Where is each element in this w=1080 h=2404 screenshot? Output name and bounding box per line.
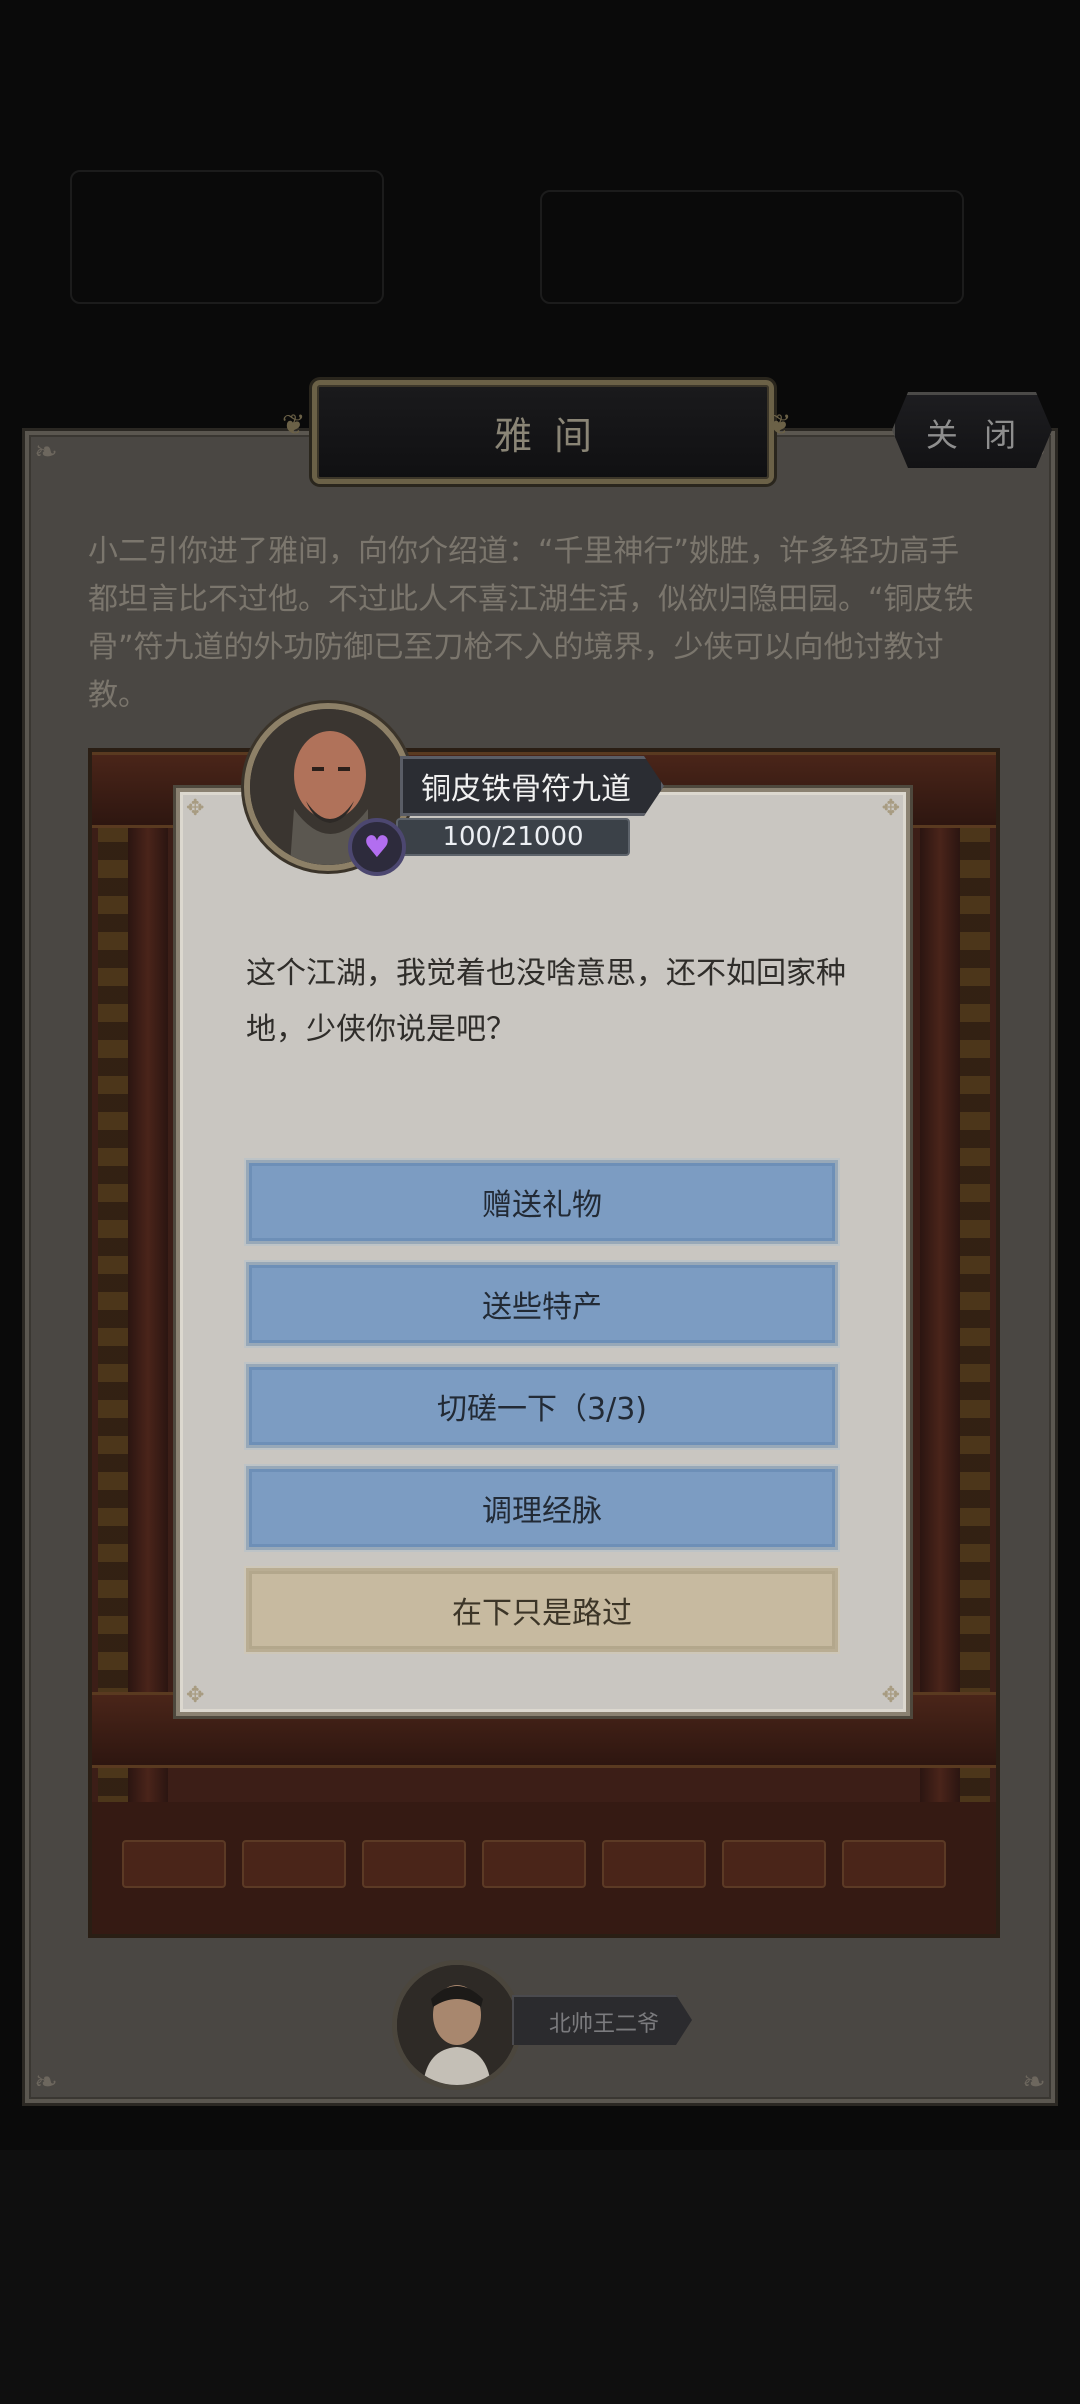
corner-ornament: ❧ [1022, 2065, 1046, 2098]
bg-frame [540, 190, 964, 304]
bg-frame [70, 170, 384, 304]
dialog-corner: ✥ [881, 1683, 900, 1708]
affinity-counter: 100/21000 [396, 818, 630, 856]
player-portrait [397, 1965, 517, 2085]
scene-panel [602, 1840, 706, 1888]
window-title: 雅间 [493, 413, 614, 458]
scene-panel [362, 1840, 466, 1888]
heart-icon: ♥ [348, 818, 406, 876]
gift-button[interactable]: 赠送礼物 [246, 1160, 838, 1244]
corner-ornament: ❧ [34, 2065, 58, 2098]
scene-panel [842, 1840, 946, 1888]
close-button[interactable]: 关 闭 [892, 392, 1052, 468]
spar-button[interactable]: 切磋一下（3/3) [246, 1364, 838, 1448]
dialog-corner: ✥ [186, 1683, 205, 1708]
specialty-button[interactable]: 送些特产 [246, 1262, 838, 1346]
bg-bottom-bar [0, 2150, 1080, 2404]
npc-dialog-text: 这个江湖，我觉着也没啥意思，还不如回家种地，少侠你说是吧？ [246, 956, 846, 1047]
player-name-tag: 北帅王二爷 [512, 1995, 692, 2045]
intro-text: 小二引你进了雅间，向你介绍道：“千里神行”姚胜，许多轻功高手都坦言比不过他。不过… [88, 534, 974, 713]
scene-panel [122, 1840, 226, 1888]
title-ornament-right: ❦ [768, 408, 792, 441]
meridian-button[interactable]: 调理经脉 [246, 1466, 838, 1550]
dialog-corner: ✥ [186, 796, 205, 821]
pass-by-button[interactable]: 在下只是路过 [246, 1568, 838, 1652]
corner-ornament: ❧ [34, 435, 58, 468]
npc-name-tag: 铜皮铁骨符九道 [400, 756, 664, 816]
scene-panel [482, 1840, 586, 1888]
title-ornament-left: ❦ [282, 408, 306, 441]
title-plate: 雅间 [312, 380, 774, 484]
player-avatar[interactable] [392, 1960, 522, 2090]
scene-panel [242, 1840, 346, 1888]
scene-panel [722, 1840, 826, 1888]
dialog-corner: ✥ [881, 796, 900, 821]
